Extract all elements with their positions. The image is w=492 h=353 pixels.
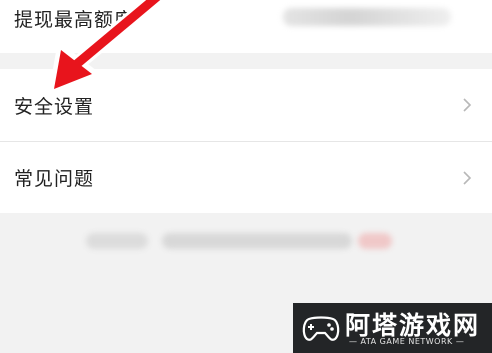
site-watermark: 阿塔游戏网 — ATA GAME NETWORK — xyxy=(293,303,492,353)
blurred-footer-text xyxy=(162,233,352,249)
withdraw-limit-label: 提现最高额度 xyxy=(14,9,135,31)
faq-row[interactable]: 常见问题 xyxy=(0,141,492,213)
blurred-limit-value xyxy=(283,8,451,26)
chevron-right-icon xyxy=(460,168,474,188)
gamepad-logo-icon xyxy=(302,316,340,341)
blurred-footer-text xyxy=(86,233,148,249)
withdraw-limit-row[interactable]: 提现最高额度 xyxy=(0,0,492,53)
security-settings-label: 安全设置 xyxy=(14,95,95,118)
watermark-subtitle: — ATA GAME NETWORK — xyxy=(349,337,465,346)
faq-label: 常见问题 xyxy=(14,168,95,190)
blurred-footer-link xyxy=(358,233,392,249)
chevron-right-icon xyxy=(460,95,474,115)
security-settings-row[interactable]: 安全设置 xyxy=(0,69,492,141)
